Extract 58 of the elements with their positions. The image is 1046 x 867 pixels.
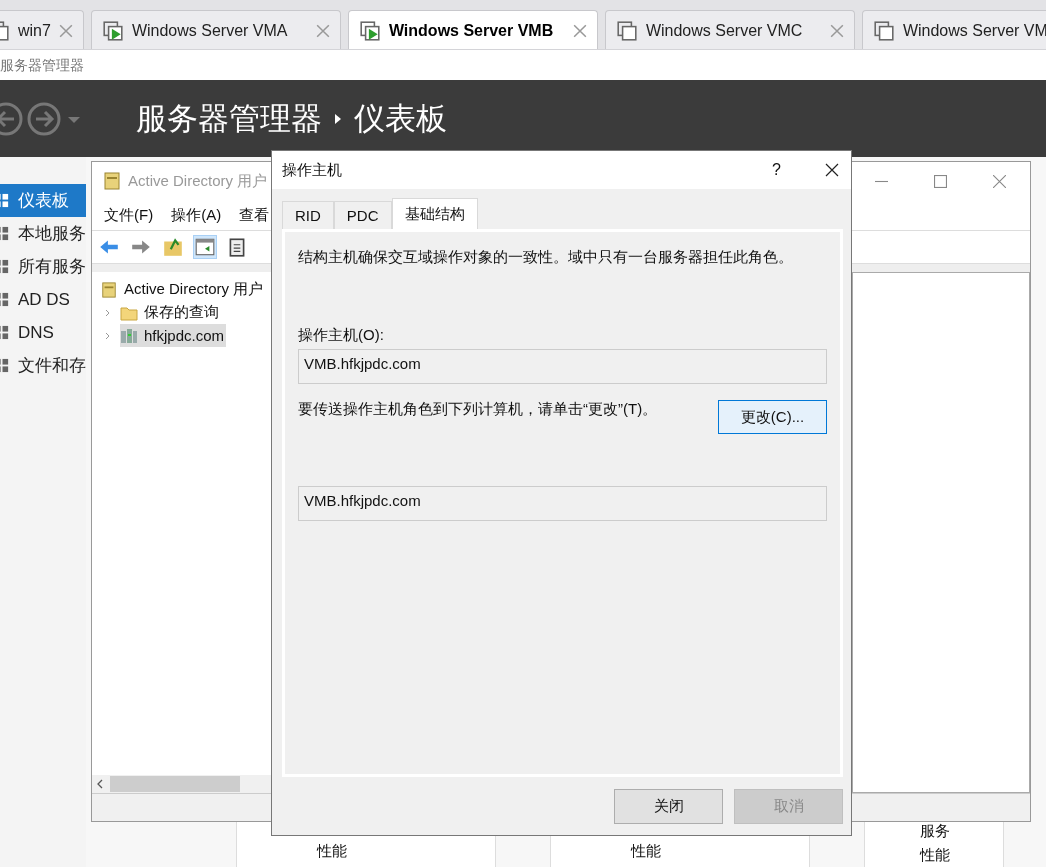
tree-item[interactable]: Active Directory 用户 [100, 278, 271, 301]
window-title: Active Directory 用户 [128, 171, 269, 191]
sidebar-item[interactable]: 所有服务 [0, 250, 86, 283]
header-title: 服务器管理器 [136, 99, 322, 138]
browser-tab[interactable]: Windows Server VMB [347, 10, 598, 49]
folder-up-icon[interactable] [162, 236, 184, 258]
tab[interactable]: 基础结构 [391, 198, 478, 229]
sidebar-item[interactable]: 文件和存 [0, 349, 86, 382]
tile-text: 性能 [631, 841, 661, 861]
sidebar-item[interactable]: DNS [0, 316, 86, 349]
running-vm-icon [101, 19, 124, 42]
sidebar-item[interactable]: 仪表板 [0, 184, 86, 217]
vm-icon [615, 19, 638, 42]
vm-icon [872, 19, 895, 42]
tree-item[interactable]: 保存的查询 [120, 301, 221, 324]
tab[interactable]: RID [282, 201, 334, 229]
tab-label: win7 [18, 21, 51, 40]
tab-label: Windows Server VM [902, 21, 1046, 40]
book-icon [100, 281, 118, 298]
app-caption: 服务器管理器 [0, 50, 1046, 80]
expand-icon[interactable] [104, 308, 112, 317]
tab-label: Windows Server VMA [131, 21, 289, 40]
sidebar-item[interactable]: 本地服务 [0, 217, 86, 250]
change-button[interactable]: 更改(C)... [718, 400, 827, 434]
tab-label: Windows Server VMB [388, 21, 555, 40]
tab-label: Windows Server VMC [645, 21, 804, 40]
dialog-title: 操作主机 [282, 160, 342, 180]
menu-item[interactable]: 操作(A) [171, 205, 222, 225]
browser-tab[interactable]: Windows Server VMC [604, 10, 855, 49]
running-vm-icon [358, 19, 381, 42]
breadcrumb-arrow-icon [334, 112, 342, 125]
target-computer-field[interactable]: VMB.hfkjpdc.com [298, 486, 827, 521]
tile-text: 性能 [920, 845, 950, 865]
server-group-icon [120, 327, 138, 344]
maximize-icon[interactable] [934, 174, 947, 188]
tree-item[interactable]: hfkjpdc.com [120, 324, 227, 347]
sidebar-item[interactable]: AD DS [0, 283, 86, 316]
description-text: 结构主机确保交互域操作对象的一致性。域中只有一台服务器担任此角色。 [298, 248, 794, 267]
tab[interactable]: PDC [333, 201, 392, 229]
expand-icon[interactable] [104, 331, 112, 340]
operations-master-field[interactable]: VMB.hfkjpdc.com [298, 349, 827, 384]
book-icon [104, 172, 120, 190]
tile-text: 性能 [317, 841, 347, 861]
field-label: 操作主机(O): [298, 326, 385, 345]
folder-icon [120, 304, 138, 321]
tile-text: 服务 [920, 821, 950, 841]
menu-item[interactable]: 查看 [239, 205, 270, 225]
close-button[interactable]: 关闭 [614, 789, 723, 824]
close-icon[interactable] [825, 163, 839, 177]
browser-tab[interactable]: Windows Server VMA [90, 10, 341, 49]
menu-item[interactable]: 文件(F) [104, 205, 154, 225]
browser-tab[interactable]: win7 [0, 10, 84, 49]
horizontal-scrollbar[interactable] [92, 775, 271, 793]
instruction-text: 要传送操作主机角色到下列计算机，请单击“更改”(T)。 [298, 400, 658, 419]
browser-tab[interactable]: Windows Server VM [861, 10, 1046, 49]
help-button[interactable]: ? [772, 161, 781, 179]
console-tree-icon[interactable] [194, 236, 216, 258]
page-title: 仪表板 [354, 99, 447, 138]
